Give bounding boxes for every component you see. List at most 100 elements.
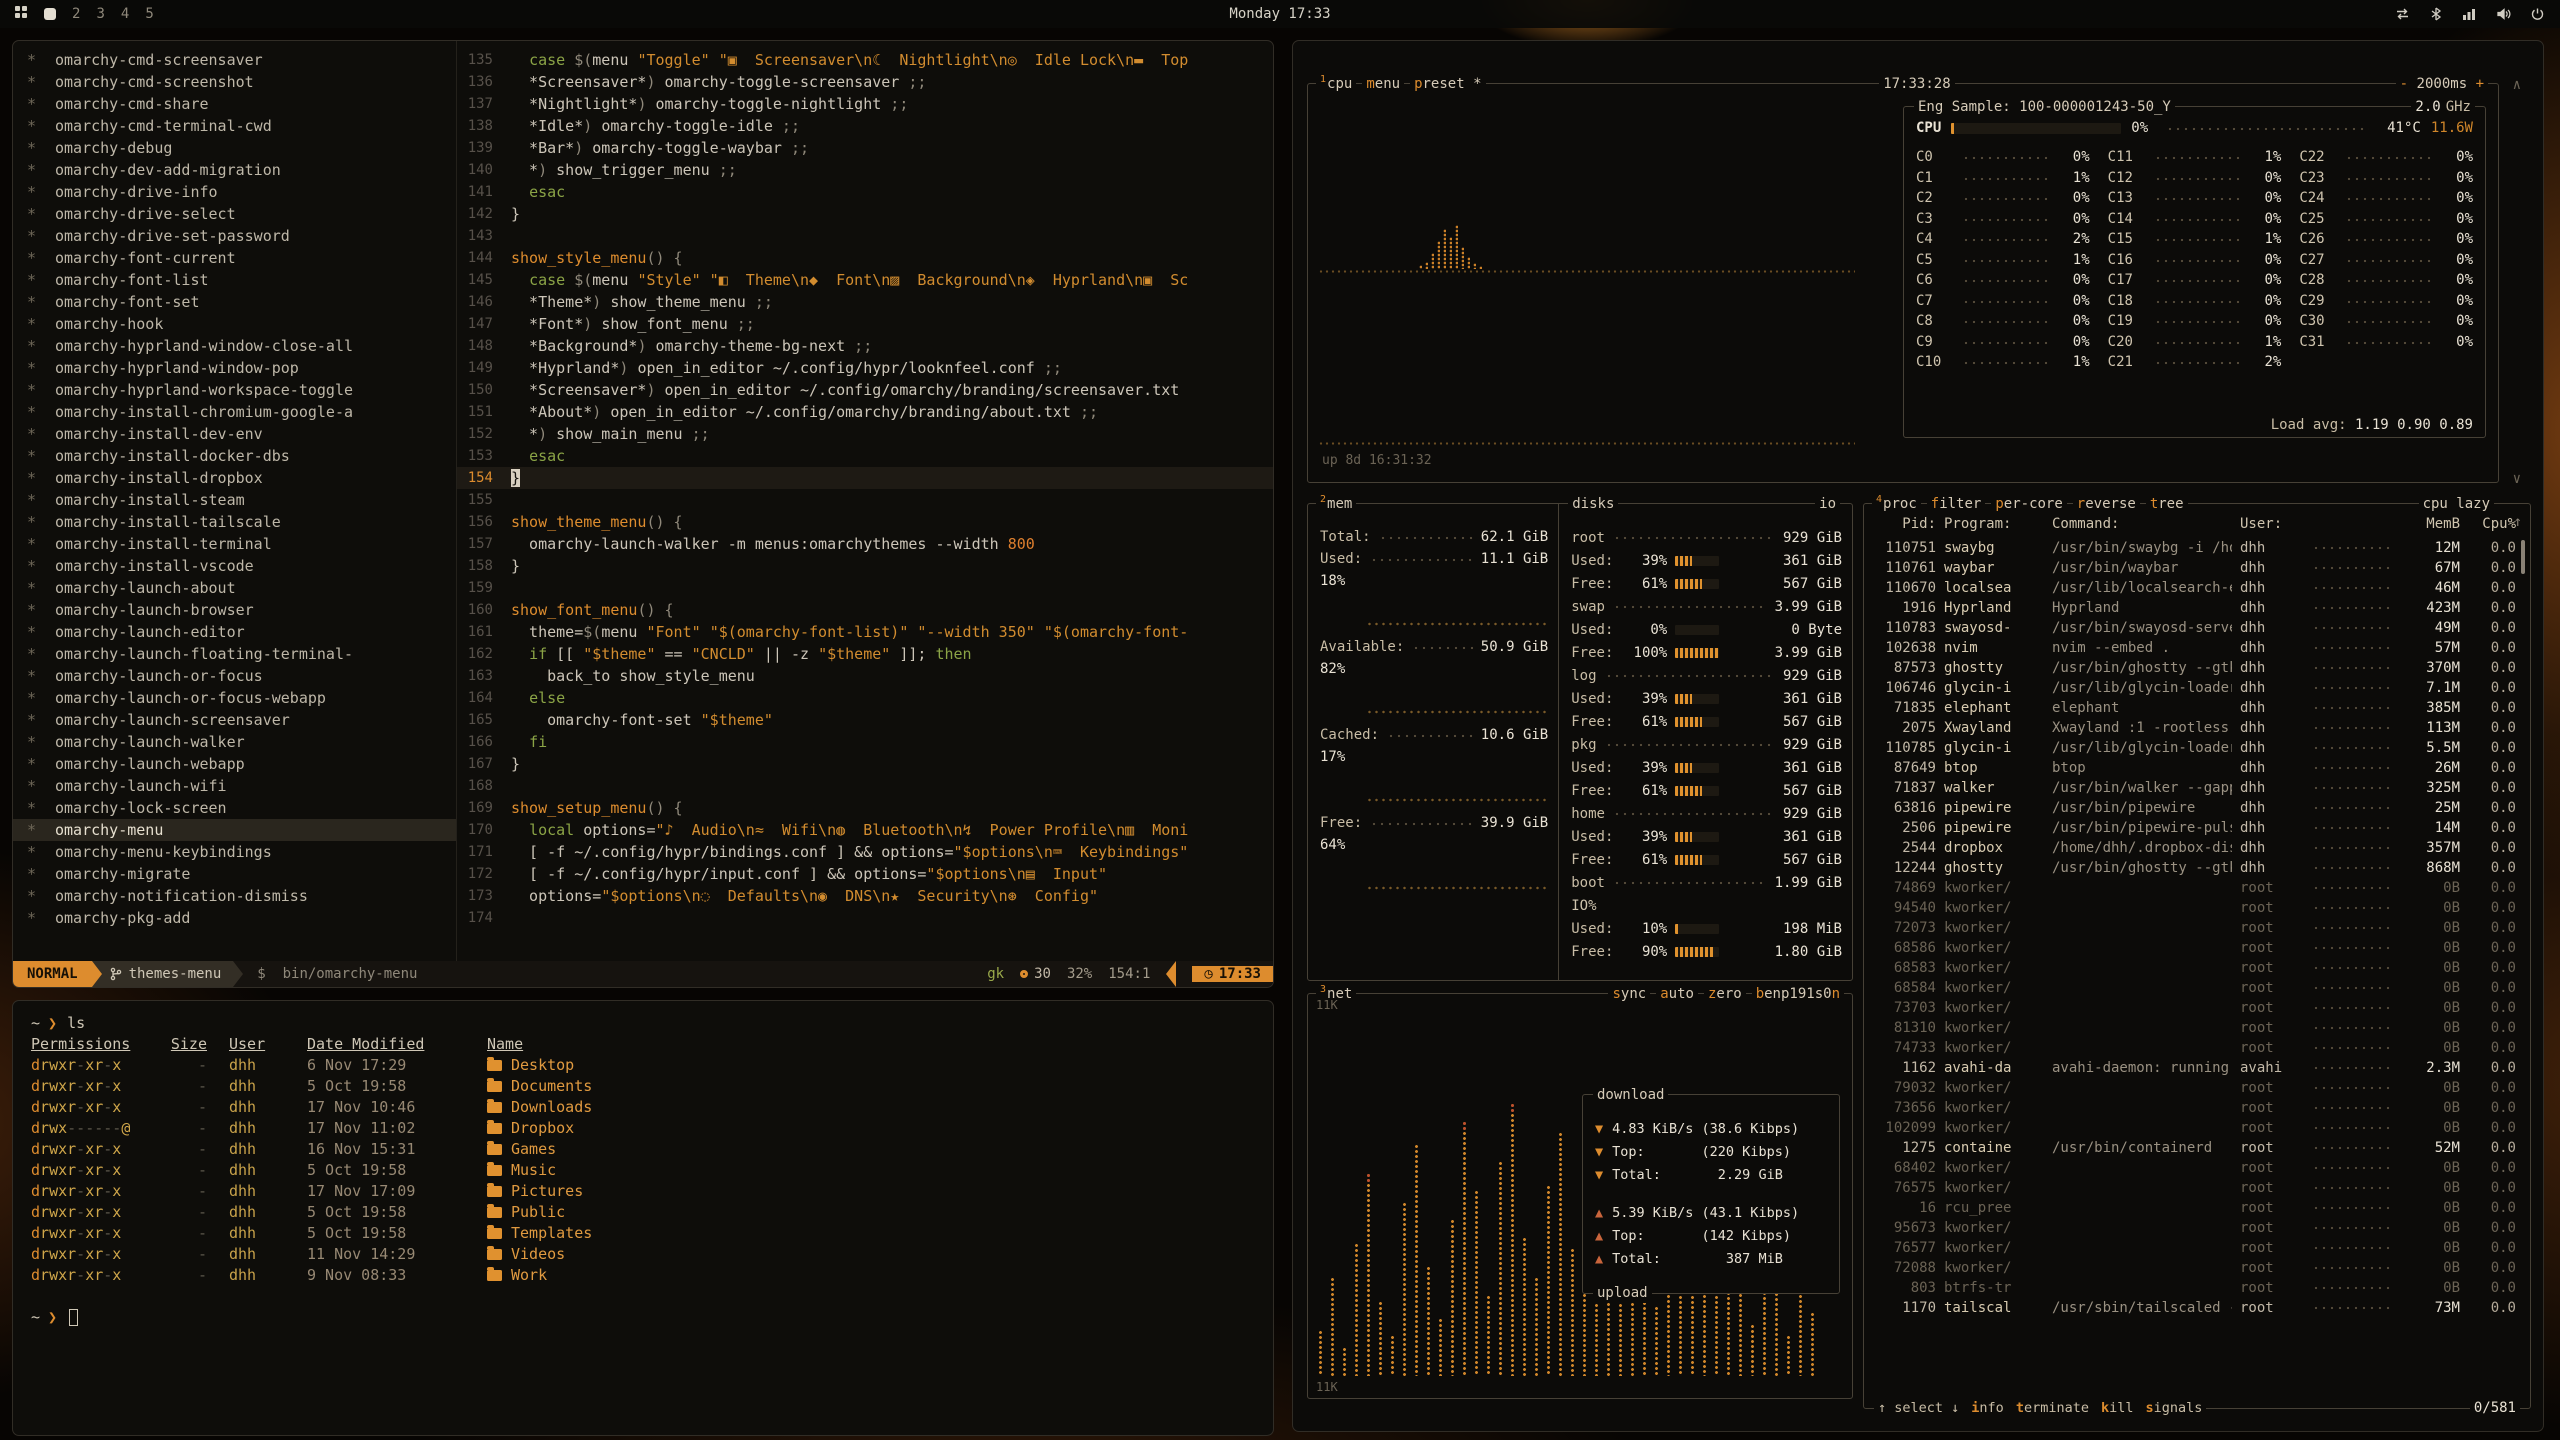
signals-button[interactable]: signals <box>2146 1398 2203 1418</box>
file-item[interactable]: *omarchy-migrate <box>13 863 456 885</box>
process-row[interactable]: 12244ghostty/usr/bin/ghostty --gtk-dhh86… <box>1864 858 2530 878</box>
file-item[interactable]: *omarchy-launch-walker <box>13 731 456 753</box>
file-item[interactable]: *omarchy-pkg-add <box>13 907 456 929</box>
scroll-down-icon[interactable]: ∨ <box>2513 471 2521 487</box>
process-row[interactable]: 87649btopbtopdhh26M0.0 <box>1864 758 2530 778</box>
process-row[interactable]: 110751swaybg/usr/bin/swaybg -i /homdhh12… <box>1864 538 2530 558</box>
process-row[interactable]: 74869kworker/root0B0.0 <box>1864 878 2530 898</box>
dir-name[interactable]: Pictures <box>487 1181 1255 1202</box>
process-row[interactable]: 71837walker/usr/bin/walker --gappldhh325… <box>1864 778 2530 798</box>
column-header[interactable]: User: <box>2240 516 2302 532</box>
workspace-4[interactable]: 4 <box>121 6 129 22</box>
current-prompt[interactable]: ~ ❯ <box>31 1307 1255 1328</box>
file-item[interactable]: *omarchy-install-terminal <box>13 533 456 555</box>
file-item[interactable]: *omarchy-install-dev-env <box>13 423 456 445</box>
file-item[interactable]: *omarchy-install-steam <box>13 489 456 511</box>
preset-button[interactable]: preset * <box>1410 74 1485 94</box>
file-item[interactable]: *omarchy-launch-screensaver <box>13 709 456 731</box>
process-row[interactable]: 1162avahi-daavahi-daemon: running [avahi… <box>1864 1058 2530 1078</box>
process-row[interactable]: 2506pipewire/usr/bin/pipewire-pulsedhh14… <box>1864 818 2530 838</box>
file-item[interactable]: *omarchy-install-dropbox <box>13 467 456 489</box>
workspace-3[interactable]: 3 <box>96 6 104 22</box>
launcher-icon[interactable] <box>14 5 28 23</box>
process-row[interactable]: 68584kworker/root0B0.0 <box>1864 978 2530 998</box>
file-item[interactable]: *omarchy-cmd-screensaver <box>13 49 456 71</box>
dir-name[interactable]: Dropbox <box>487 1118 1255 1139</box>
terminate-button[interactable]: terminate <box>2016 1398 2089 1418</box>
file-item[interactable]: *omarchy-launch-wifi <box>13 775 456 797</box>
interface-switcher[interactable]: b enp191s0 n <box>1752 984 1844 1004</box>
dir-name[interactable]: Public <box>487 1202 1255 1223</box>
proc-option-tree[interactable]: tree <box>2146 494 2188 514</box>
workspace-2[interactable]: 2 <box>72 6 80 22</box>
workspace-active[interactable] <box>44 8 56 20</box>
process-row[interactable]: 2075XwaylandXwayland :1 -rootless -dhh11… <box>1864 718 2530 738</box>
process-row[interactable]: 68402kworker/root0B0.0 <box>1864 1158 2530 1178</box>
process-row[interactable]: 94540kworker/root0B0.0 <box>1864 898 2530 918</box>
process-row[interactable]: 102638nvimnvim --embed .dhh57M0.0 <box>1864 638 2530 658</box>
dir-name[interactable]: Templates <box>487 1223 1255 1244</box>
file-item[interactable]: *omarchy-launch-webapp <box>13 753 456 775</box>
code-lines[interactable]: 135 case $(menu "Toggle" "▣ Screensaver\… <box>457 41 1273 961</box>
file-item[interactable]: *omarchy-font-current <box>13 247 456 269</box>
sort-mode[interactable]: cpu lazy <box>2419 494 2494 514</box>
process-row[interactable]: 73656kworker/root0B0.0 <box>1864 1098 2530 1118</box>
file-item[interactable]: *omarchy-notification-dismiss <box>13 885 456 907</box>
select-control[interactable]: ↑ select ↓ <box>1878 1398 1959 1418</box>
process-row[interactable]: 68586kworker/root0B0.0 <box>1864 938 2530 958</box>
proc-option-filter[interactable]: filter <box>1927 494 1986 514</box>
file-item[interactable]: *omarchy-install-docker-dbs <box>13 445 456 467</box>
file-item[interactable]: *omarchy-font-set <box>13 291 456 313</box>
process-row[interactable]: 110670localsea/usr/lib/localsearch-exdhh… <box>1864 578 2530 598</box>
process-row[interactable]: 68583kworker/root0B0.0 <box>1864 958 2530 978</box>
power-icon[interactable] <box>2531 7 2544 21</box>
file-item[interactable]: *omarchy-hyprland-window-pop <box>13 357 456 379</box>
process-row[interactable]: 106746glycin-i/usr/lib/glycin-loadersdhh… <box>1864 678 2530 698</box>
process-row[interactable]: 102099kworker/root0B0.0 <box>1864 1118 2530 1138</box>
proc-option-reverse[interactable]: reverse <box>2073 494 2140 514</box>
kill-button[interactable]: kill <box>2101 1398 2134 1418</box>
process-row[interactable]: 63816pipewire/usr/bin/pipewiredhh25M0.0 <box>1864 798 2530 818</box>
file-item[interactable]: *omarchy-font-list <box>13 269 456 291</box>
file-item[interactable]: *omarchy-menu-keybindings <box>13 841 456 863</box>
file-item[interactable]: *omarchy-launch-or-focus-webapp <box>13 687 456 709</box>
file-item[interactable]: *omarchy-dev-add-migration <box>13 159 456 181</box>
process-row[interactable]: 72088kworker/root0B0.0 <box>1864 1258 2530 1278</box>
process-row[interactable]: 1916HyprlandHyprlanddhh423M0.0 <box>1864 598 2530 618</box>
process-row[interactable]: 74733kworker/root0B0.0 <box>1864 1038 2530 1058</box>
process-row[interactable]: 2544dropbox/home/dhh/.dropbox-distdhh357… <box>1864 838 2530 858</box>
file-item[interactable]: *omarchy-menu <box>13 819 456 841</box>
file-item[interactable]: *omarchy-lock-screen <box>13 797 456 819</box>
file-item[interactable]: *omarchy-cmd-share <box>13 93 456 115</box>
scroll-up-icon[interactable]: ∧ <box>2513 77 2521 93</box>
process-row[interactable]: 87573ghostty/usr/bin/ghostty --gtk-dhh37… <box>1864 658 2530 678</box>
file-item[interactable]: *omarchy-hook <box>13 313 456 335</box>
net-option-sync[interactable]: sync <box>1608 984 1650 1004</box>
column-header[interactable]: Program: <box>1944 516 2044 532</box>
update-interval-control[interactable]: - 2000ms + <box>2396 74 2488 94</box>
file-item[interactable]: *omarchy-drive-set-password <box>13 225 456 247</box>
file-item[interactable]: *omarchy-hyprland-workspace-toggle <box>13 379 456 401</box>
process-row[interactable]: 803btrfs-trroot0B0.0 <box>1864 1278 2530 1298</box>
terminal-window[interactable]: ~ ❯ ls PermissionsSizeUserDate ModifiedN… <box>12 1000 1274 1436</box>
swap-arrows-icon[interactable] <box>2395 7 2410 21</box>
file-item[interactable]: *omarchy-cmd-terminal-cwd <box>13 115 456 137</box>
file-item[interactable]: *omarchy-cmd-screenshot <box>13 71 456 93</box>
column-header[interactable]: Cpu% <box>2468 516 2516 532</box>
process-row[interactable]: 16rcu_preeroot0B0.0 <box>1864 1198 2530 1218</box>
dir-name[interactable]: Videos <box>487 1244 1255 1265</box>
process-row[interactable]: 110783swayosd-/usr/bin/swayosd-serverdhh… <box>1864 618 2530 638</box>
dir-name[interactable]: Work <box>487 1265 1255 1286</box>
dir-name[interactable]: Music <box>487 1160 1255 1181</box>
file-item[interactable]: *omarchy-launch-browser <box>13 599 456 621</box>
process-row[interactable]: 71835elephantelephantdhh385M0.0 <box>1864 698 2530 718</box>
file-item[interactable]: *omarchy-install-vscode <box>13 555 456 577</box>
workspace-5[interactable]: 5 <box>145 6 153 22</box>
chart-bars-icon[interactable] <box>2462 7 2476 21</box>
file-item[interactable]: *omarchy-hyprland-window-close-all <box>13 335 456 357</box>
process-row[interactable]: 79032kworker/root0B0.0 <box>1864 1078 2530 1098</box>
file-item[interactable]: *omarchy-drive-info <box>13 181 456 203</box>
file-item[interactable]: *omarchy-launch-or-focus <box>13 665 456 687</box>
menu-button[interactable]: menu <box>1362 74 1404 94</box>
file-item[interactable]: *omarchy-install-tailscale <box>13 511 456 533</box>
